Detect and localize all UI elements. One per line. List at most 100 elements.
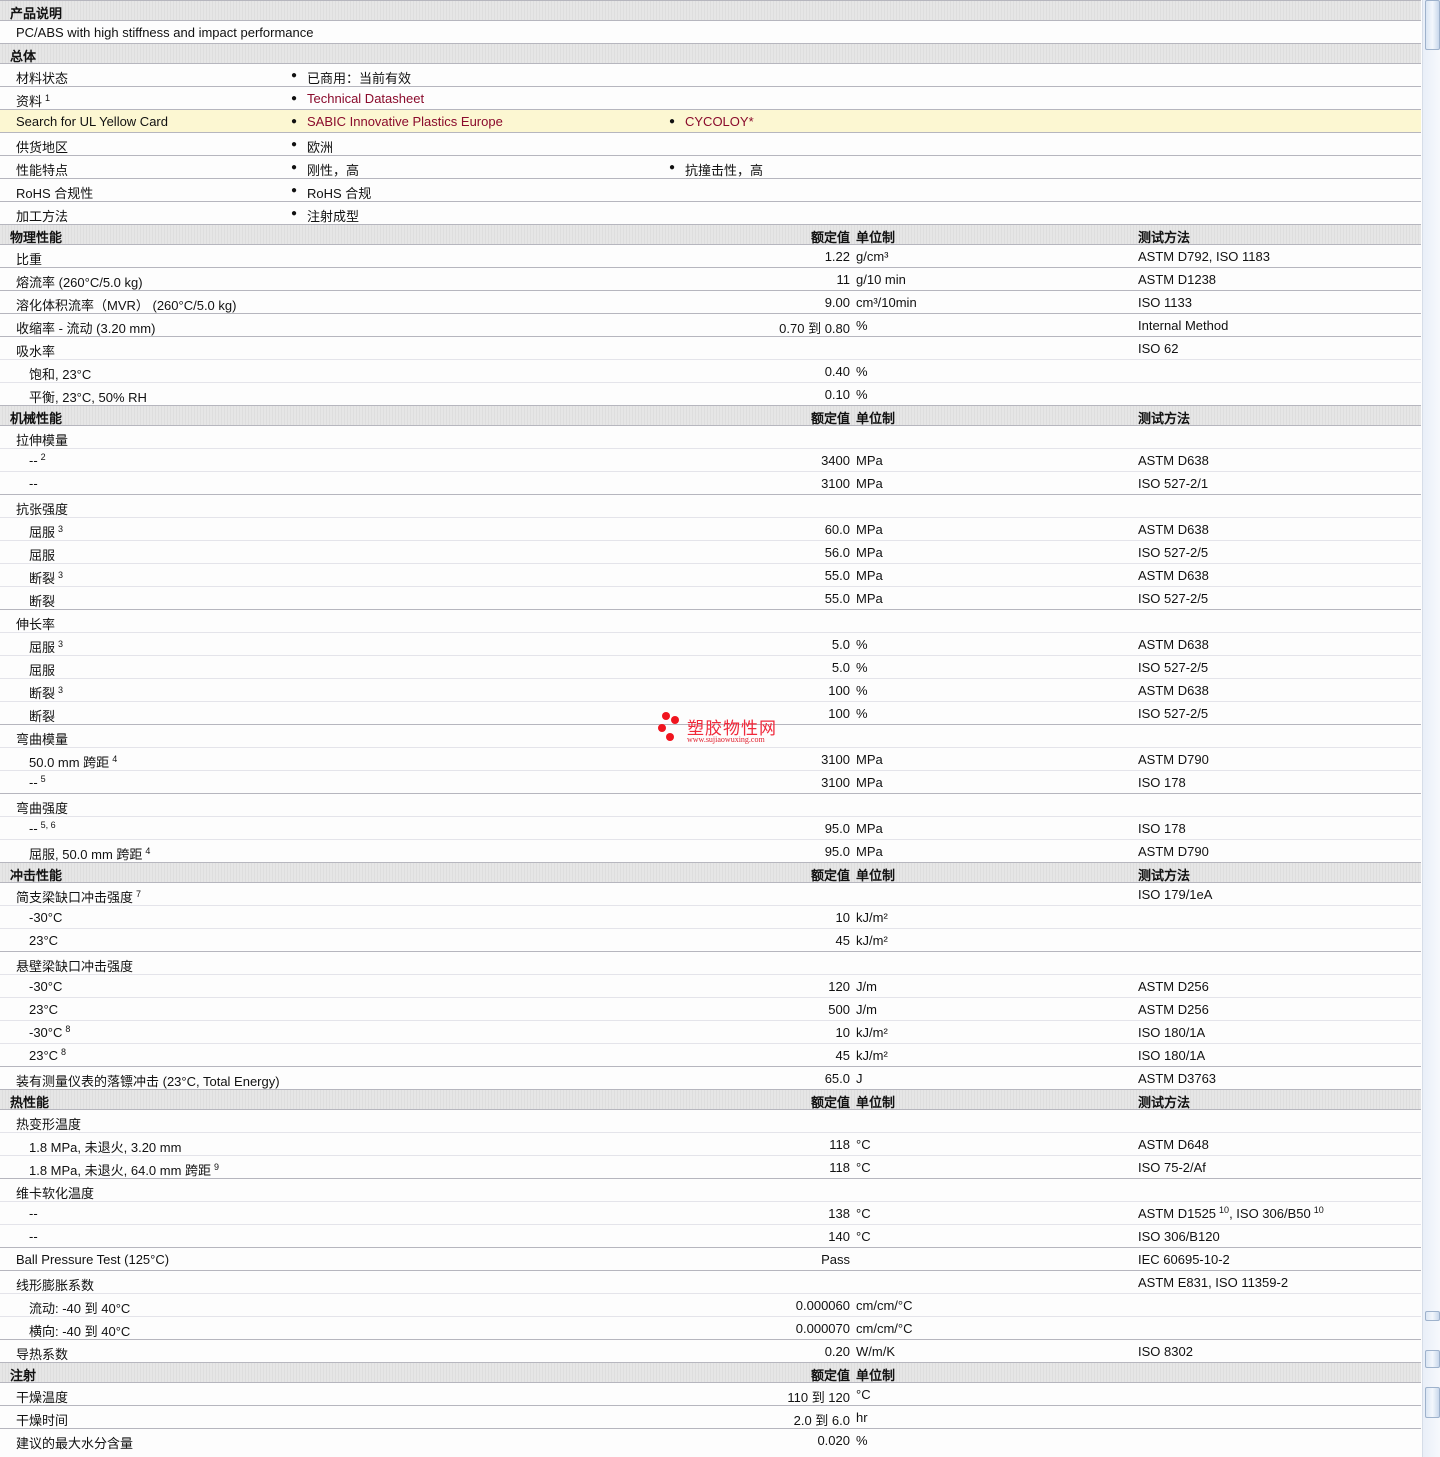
- scrollbar-arrow-down[interactable]: [1425, 1387, 1440, 1418]
- footnote-ref[interactable]: 2: [41, 452, 46, 462]
- property-value: 3100: [821, 752, 850, 767]
- test-method-text: ASTM D638: [1138, 683, 1209, 698]
- value-text: 欧洲: [307, 140, 334, 155]
- footnote-ref[interactable]: 5, 6: [41, 820, 56, 830]
- property-label: 23°C 8: [29, 1047, 66, 1064]
- test-method-text: ISO 527-2/1: [1138, 476, 1209, 491]
- property-row: 干燥时间 2.0 到 6.0 hr: [0, 1405, 1421, 1428]
- property-row: 屈服, 50.0 mm 跨距 4 95.0 MPa ASTM D790: [0, 839, 1421, 862]
- property-label: 导热系数: [16, 1344, 68, 1363]
- property-row: 熔流率 (260°C/5.0 kg) 11 g/10 min ASTM D1238: [0, 267, 1421, 290]
- property-value: 95.0: [824, 844, 850, 859]
- label-text: 维卡软化温度: [16, 1186, 95, 1201]
- property-unit: cm³/10min: [856, 295, 917, 310]
- test-method: Internal Method: [1138, 318, 1228, 333]
- property-row: -- 138 °C ASTM D1525 10, ISO 306/B50 10: [0, 1201, 1421, 1224]
- test-method: ASTM D3763: [1138, 1071, 1216, 1086]
- property-unit: %: [856, 637, 868, 652]
- footnote-ref[interactable]: 3: [58, 570, 63, 580]
- label-text: 23°C: [29, 1048, 59, 1063]
- property-row: 建议的最大水分含量 0.020%: [0, 1428, 1421, 1451]
- vertical-scrollbar[interactable]: [1422, 0, 1440, 1457]
- property-unit: hr: [856, 1410, 868, 1425]
- footnote-ref[interactable]: 1: [45, 93, 50, 103]
- bullet-icon: ●: [291, 208, 298, 219]
- test-method: ASTM D790: [1138, 844, 1209, 859]
- label-text: 性能特点: [16, 163, 69, 178]
- property-label: 屈服, 50.0 mm 跨距 4: [29, 844, 150, 863]
- property-unit: MPa: [856, 591, 883, 606]
- property-label: 平衡, 23°C, 50% RH: [29, 387, 147, 406]
- label-text: 断裂: [29, 594, 56, 609]
- section-header-general: 总体: [0, 43, 1421, 64]
- test-method-text: ASTM D638: [1138, 637, 1209, 652]
- general-row: 供货地区 ● 欧洲: [0, 132, 1421, 155]
- footnote-ref[interactable]: 3: [58, 685, 63, 695]
- property-label: 流动: -40 到 40°C: [29, 1298, 130, 1317]
- link[interactable]: CYCOLOY*: [685, 114, 754, 129]
- test-method: IEC 60695-10-2: [1138, 1252, 1230, 1267]
- footnote-ref[interactable]: 9: [214, 1162, 219, 1172]
- test-method: ISO 180/1A: [1138, 1048, 1205, 1063]
- property-row: 干燥温度 110 到 120 °C: [0, 1382, 1421, 1405]
- test-method-text: ASTM D790: [1138, 844, 1209, 859]
- property-value: 10: [835, 1025, 850, 1040]
- property-label: 23°C: [29, 933, 58, 948]
- property-label: -- 5, 6: [29, 820, 56, 837]
- test-method: ISO 527-2/5: [1138, 545, 1208, 560]
- link[interactable]: Technical Datasheet: [307, 91, 424, 106]
- footnote-ref[interactable]: 7: [136, 889, 141, 899]
- footnote-ref[interactable]: 8: [65, 1024, 70, 1034]
- property-value: 118: [829, 1137, 850, 1152]
- test-method-text: ASTM D1525: [1138, 1206, 1217, 1221]
- property-row: 线形膨胀系数 ASTM E831, ISO 11359-2: [0, 1270, 1421, 1293]
- property-unit: J/m: [856, 979, 877, 994]
- property-row: 伸长率: [0, 609, 1421, 632]
- property-row: 断裂 55.0 MPa ISO 527-2/5: [0, 586, 1421, 609]
- property-label: 断裂: [29, 591, 55, 610]
- test-method-text: , ISO 306/B50: [1229, 1206, 1311, 1221]
- description-row: PC/ABS with high stiffness and impact pe…: [0, 20, 1421, 43]
- footnote-ref[interactable]: 3: [58, 524, 63, 534]
- scrollbar-thumb[interactable]: [1425, 0, 1440, 50]
- link[interactable]: SABIC Innovative Plastics Europe: [307, 114, 503, 129]
- scrollbar-thumb[interactable]: [1425, 1311, 1440, 1321]
- label-text: 1.8 MPa, 未退火, 3.20 mm: [29, 1140, 182, 1155]
- property-unit: %: [856, 660, 868, 675]
- test-method-text: ISO 1133: [1138, 295, 1192, 310]
- footnote-ref[interactable]: 10: [1314, 1205, 1324, 1215]
- label-text: 抗张强度: [16, 502, 69, 517]
- general-row: 资料 1 ● Technical Datasheet: [0, 86, 1421, 109]
- property-row: -- 3100 MPa ISO 527-2/1: [0, 471, 1421, 494]
- property-value: 1.22: [824, 249, 850, 264]
- property-value: 56.0: [824, 545, 850, 560]
- footnote-ref[interactable]: 10: [1219, 1205, 1229, 1215]
- property-value: 0.20: [824, 1344, 850, 1359]
- footnote-ref[interactable]: 3: [58, 639, 63, 649]
- bullet-icon: ●: [291, 162, 298, 173]
- logo-dot: [662, 712, 670, 720]
- property-label: 屈服: [29, 660, 55, 679]
- label-text: 收缩率 - 流动 (3.20 mm): [16, 321, 156, 336]
- property-value: 5.0: [831, 660, 850, 675]
- footnote-ref[interactable]: 4: [145, 846, 150, 856]
- property-value: 9.00: [824, 295, 850, 310]
- footnote-ref[interactable]: 8: [61, 1047, 66, 1057]
- test-method: ISO 62: [1138, 341, 1178, 356]
- footnote-ref[interactable]: 5: [41, 774, 46, 784]
- footnote-ref[interactable]: 4: [112, 754, 117, 764]
- test-method-text: ISO 178: [1138, 821, 1186, 836]
- label-text: 平衡, 23°C, 50% RH: [29, 390, 147, 405]
- test-method-text: ASTM D256: [1138, 979, 1209, 994]
- label-text: 23°C: [29, 1002, 59, 1017]
- property-value: 3400: [821, 453, 850, 468]
- property-unit: °C: [856, 1137, 871, 1152]
- test-method-text: ASTM E831, ISO 11359-2: [1138, 1275, 1289, 1290]
- test-method-text: ISO 180/1A: [1138, 1025, 1206, 1040]
- property-row: 23°C 500 J/m ASTM D256: [0, 997, 1421, 1020]
- test-method-text: ASTM D256: [1138, 1002, 1209, 1017]
- test-method-text: ASTM D638: [1138, 453, 1209, 468]
- test-method: ASTM D790: [1138, 752, 1209, 767]
- scrollbar-thumb[interactable]: [1425, 1350, 1440, 1368]
- row-label: RoHS 合规性: [16, 183, 93, 202]
